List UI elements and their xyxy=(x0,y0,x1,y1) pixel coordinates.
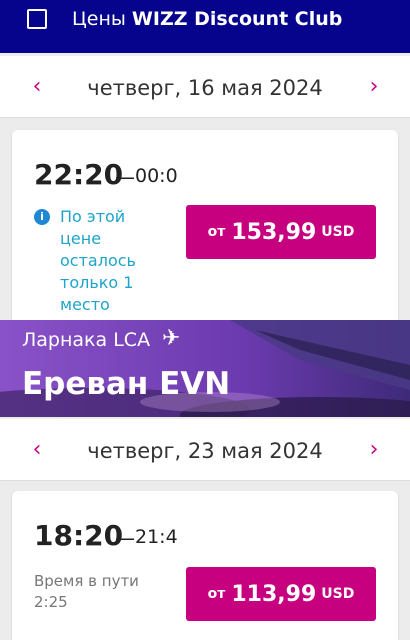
departure-time: 22:20 xyxy=(34,158,124,191)
discount-club-checkbox[interactable] xyxy=(27,9,47,29)
discount-club-label[interactable]: Цены WIZZ Discount Club xyxy=(72,8,342,30)
date-label: четверг, 16 мая 2024 xyxy=(87,76,323,100)
next-date-button[interactable]: › xyxy=(361,74,387,100)
origin-airport: Ларнака LCA xyxy=(22,329,151,351)
time-separator: — xyxy=(115,165,135,189)
duration-value: 2:25 xyxy=(34,593,68,611)
date-selector-1: ‹ четверг, 16 мая 2024 › xyxy=(0,56,410,118)
departure-time: 18:20 xyxy=(34,519,124,552)
price-amount: 153,99 xyxy=(231,219,317,245)
flight-card-2[interactable]: 18:20 — 21:45 Время в пути 2:25 от 113,9… xyxy=(12,491,398,640)
seats-left-note: По этой цене осталось только 1 место xyxy=(60,207,136,314)
price-amount: 113,99 xyxy=(231,581,317,607)
duration-label: Время в пути xyxy=(34,572,139,590)
flight-card-1[interactable]: 22:20 — 00:05 i По этой цене осталось то… xyxy=(12,130,398,340)
airplane-icon: ✈ xyxy=(162,326,181,351)
route-banner: Ларнака LCA ✈ Ереван EVN xyxy=(0,320,410,417)
info-icon: i xyxy=(34,209,50,225)
date-label: четверг, 23 мая 2024 xyxy=(87,439,323,463)
flight-duration: Время в пути 2:25 xyxy=(34,571,164,613)
price-currency: USD xyxy=(321,224,355,240)
destination-airport: Ереван EVN xyxy=(22,366,231,402)
time-separator: — xyxy=(115,526,135,550)
arrival-time: 21:45 xyxy=(135,526,179,548)
title-prefix: Цены xyxy=(72,8,126,30)
title-bold: WIZZ Discount Club xyxy=(131,8,343,30)
price-button[interactable]: от 153,99 USD xyxy=(186,205,376,259)
header-bar: Цены WIZZ Discount Club xyxy=(0,0,410,53)
price-button[interactable]: от 113,99 USD xyxy=(186,567,376,621)
arrival-time: 00:05 xyxy=(135,165,179,187)
next-date-button[interactable]: › xyxy=(361,437,387,463)
price-currency: USD xyxy=(321,586,355,602)
date-selector-2: ‹ четверг, 23 мая 2024 › xyxy=(0,419,410,481)
price-prefix: от xyxy=(207,586,226,602)
price-prefix: от xyxy=(207,224,226,240)
